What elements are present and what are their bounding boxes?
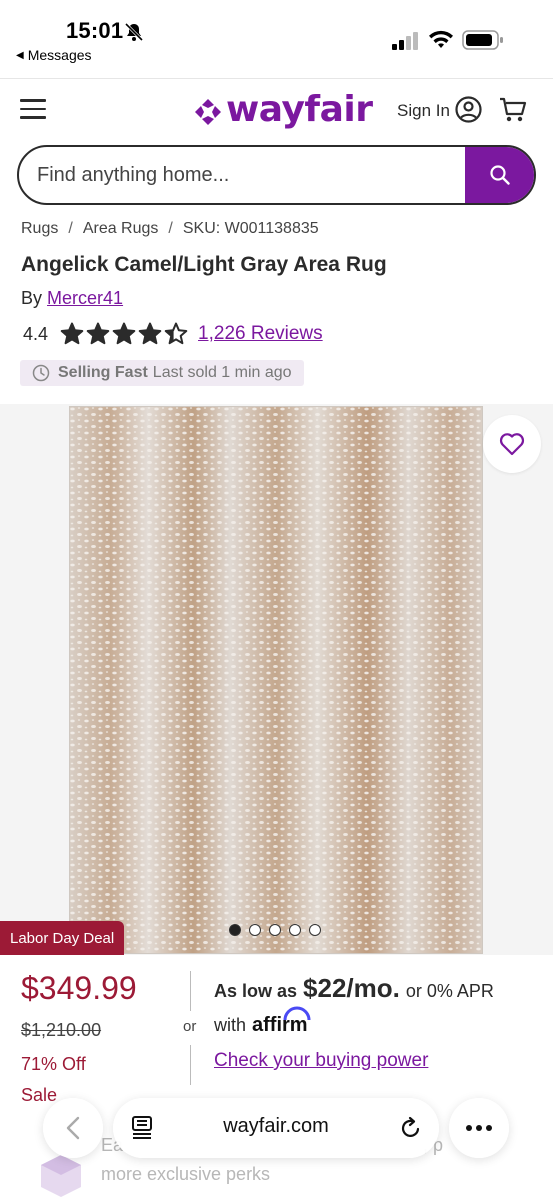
selling-fast-badge: Selling Fast Last sold 1 min ago [20,360,304,386]
apr-text: or 0% APR [405,981,494,1001]
star-icon [112,322,136,345]
breadcrumb-separator: / [68,220,73,237]
reload-icon[interactable] [399,1116,423,1140]
star-icon [164,322,188,345]
gallery-pagination [229,924,321,936]
product-byline: By Mercer41 [21,288,123,309]
bell-muted-icon [124,22,144,42]
product-title: Angelick Camel/Light Gray Area Rug [21,253,387,276]
gallery-dot[interactable] [229,924,241,936]
selling-fast-label: Selling Fast [58,364,148,381]
wayfair-logo[interactable]: wayfair [194,89,373,130]
with-label: with [214,1015,247,1035]
status-time: 15:01 [66,18,124,43]
hamburger-menu-icon[interactable] [20,99,46,119]
back-to-app-link[interactable]: ◀ Messages [16,47,92,63]
browser-url-bar[interactable]: wayfair.com [113,1098,439,1158]
breadcrumb-sku: SKU: W001138835 [182,220,319,237]
back-app-label: Messages [27,47,92,63]
labor-day-deal-badge: Labor Day Deal [0,921,125,955]
search-bar [17,145,536,205]
original-price: $1,210.00 [21,1020,102,1040]
rating-value: 4.4 [23,323,49,344]
gallery-dot[interactable] [309,924,321,936]
breadcrumb: Rugs / Area Rugs / SKU: W001138835 [21,220,319,238]
star-rating [60,322,188,346]
wayfair-pinwheel-icon [195,98,221,125]
star-icon [86,322,110,345]
by-prefix: By [21,288,43,308]
status-bar: 15:01 ◀ Messages [0,0,553,78]
as-low-as-label: As low as [214,981,298,1001]
chevron-left-icon [66,1116,80,1140]
browser-more-button[interactable] [449,1098,509,1158]
search-icon [489,165,510,185]
back-triangle-icon: ◀ [16,49,24,61]
clock-icon [32,364,50,382]
gallery-dot[interactable] [289,924,301,936]
browser-back-button[interactable] [43,1098,103,1158]
reviews-link[interactable]: 1,226 Reviews [198,323,323,345]
breadcrumb-separator: / [168,220,173,237]
check-buying-power-link[interactable]: Check your buying power [214,1050,428,1072]
gallery-dot[interactable] [269,924,281,936]
or-separator: or [183,1018,197,1035]
star-icon [60,322,84,345]
rating-row: 4.4 1,226 Reviews [23,322,323,346]
financing-offer: As low as $22/mo. or 0% APR [214,973,494,1004]
product-image[interactable] [69,406,483,954]
perks-cube-icon [41,1155,81,1197]
brand-link[interactable]: Mercer41 [47,288,123,308]
account-icon[interactable] [455,96,482,123]
logo-text: wayfair [226,89,373,130]
last-sold-text: Last sold 1 min ago [152,364,292,381]
heart-icon [499,433,525,456]
breadcrumb-item-area-rugs[interactable]: Area Rugs [83,220,159,238]
star-icon [138,322,162,345]
financing-provider: with affirm [214,1006,311,1037]
breadcrumb-item-rugs[interactable]: Rugs [21,220,58,238]
price-divider [190,1045,191,1085]
wifi-icon [429,30,453,48]
search-input[interactable] [37,147,457,203]
gallery-dot[interactable] [249,924,261,936]
monthly-price: $22/mo. [303,973,400,1003]
discount-percent: 71% Off [21,1054,86,1074]
affirm-logo: affirm [252,1006,311,1037]
search-button[interactable] [465,147,534,203]
perks-text: more exclusive perks [101,1164,271,1184]
more-dots-icon [466,1125,492,1131]
price-divider [190,971,191,1011]
favorite-button[interactable] [483,415,541,473]
cart-icon[interactable] [499,96,527,123]
battery-icon [462,30,503,50]
sign-in-link[interactable]: Sign In [397,101,450,121]
product-image-gallery[interactable] [0,404,553,955]
site-header: wayfair Sign In [0,78,553,142]
sale-price: $349.99 [21,970,137,1006]
sale-label: Sale [21,1085,58,1105]
cell-signal-icon [392,32,418,50]
affirm-arc-icon [283,1006,311,1021]
url-text: wayfair.com [223,1115,329,1137]
